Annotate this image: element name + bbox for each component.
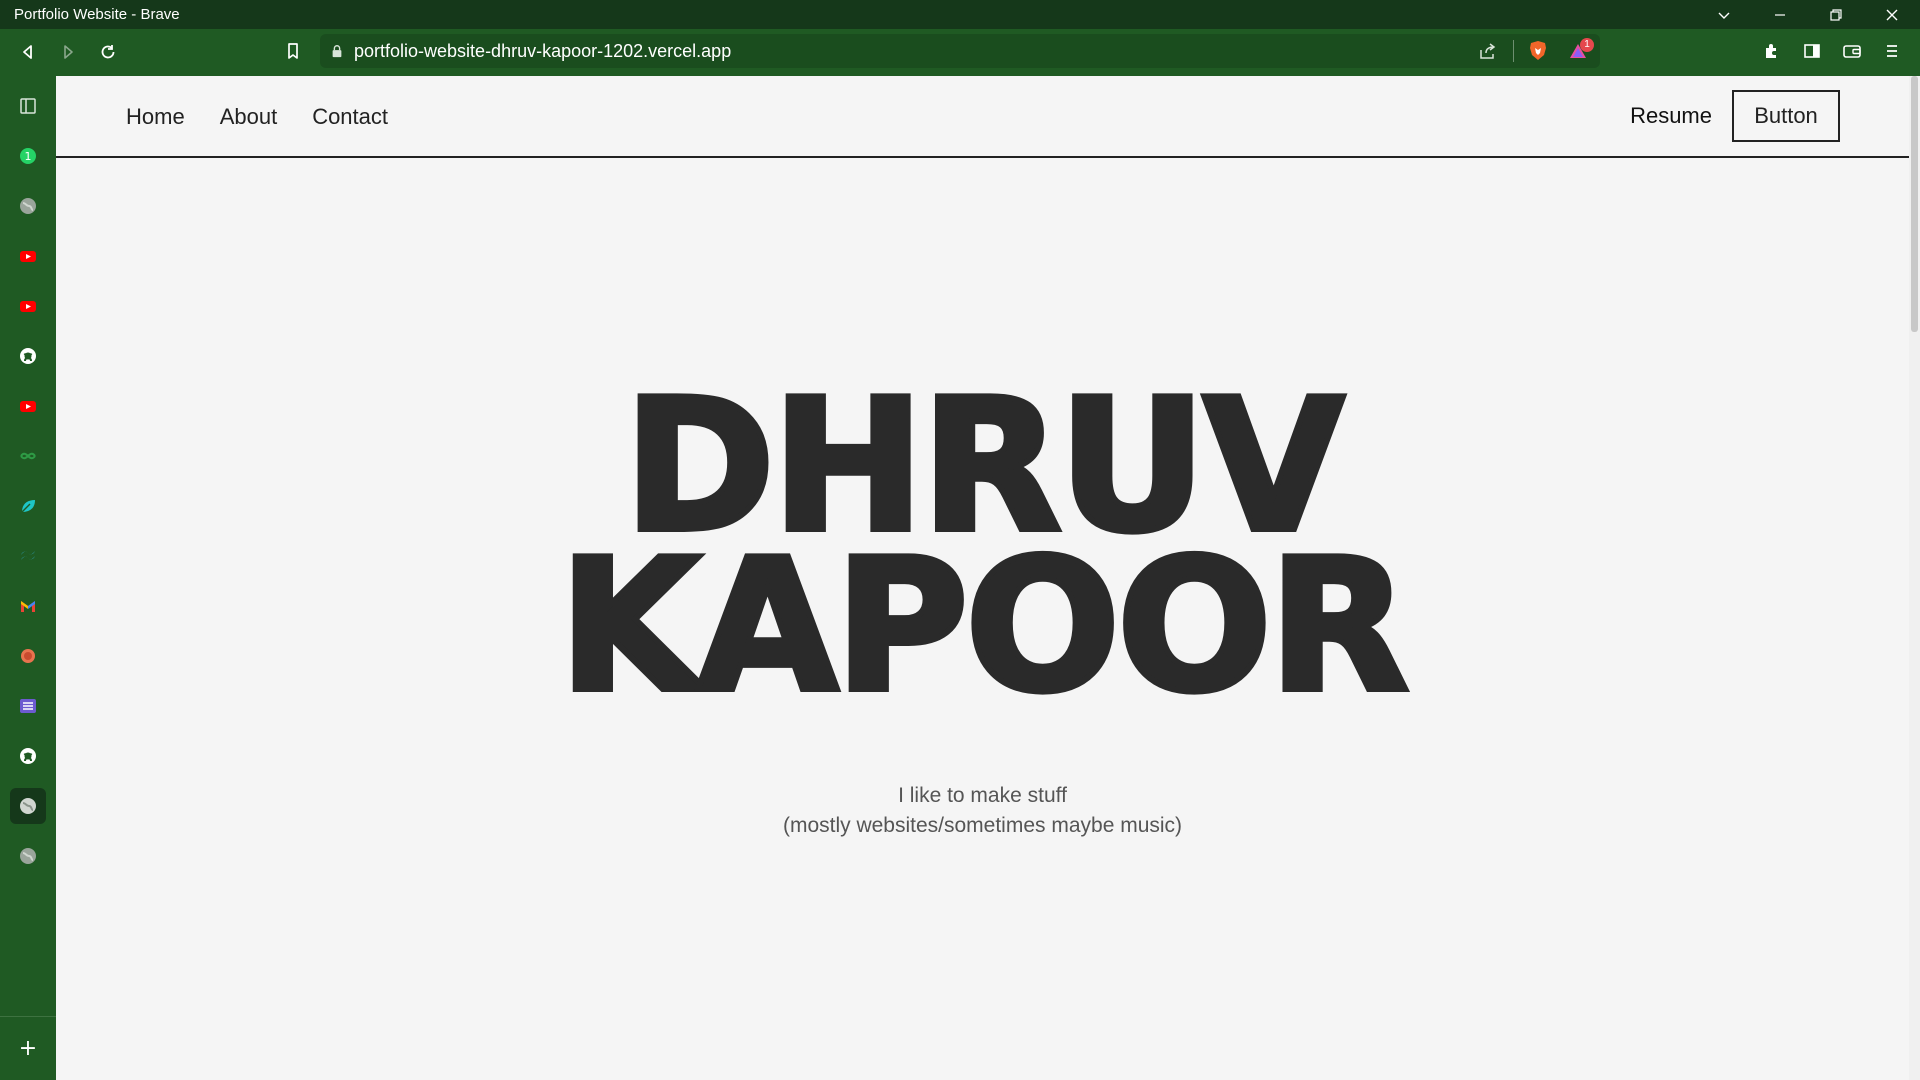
plus-icon: + (18, 1035, 38, 1061)
tagline-line-2: (mostly websites/sometimes maybe music) (782, 814, 1183, 837)
add-sidebar-item-button[interactable]: + (10, 1030, 46, 1066)
page-scrollbar[interactable] (1909, 76, 1920, 1080)
nav-actions: Resume Button (1630, 90, 1840, 142)
browser-sidebar: 1 + (0, 74, 56, 1080)
youtube-icon[interactable] (10, 388, 46, 424)
svg-text:1: 1 (25, 150, 32, 163)
sidebar-divider (0, 1016, 56, 1017)
resume-link[interactable]: Resume (1630, 103, 1712, 129)
window-title: Portfolio Website - Brave (14, 6, 180, 23)
nav-link-home[interactable]: Home (126, 104, 185, 130)
rewards-badge: 1 (1580, 38, 1594, 52)
gmail-icon[interactable] (10, 588, 46, 624)
github-icon[interactable] (10, 338, 46, 374)
sidebar-toggle-icon[interactable] (1792, 33, 1832, 69)
reload-button[interactable] (88, 34, 128, 70)
nav-link-about[interactable]: About (220, 104, 278, 130)
youtube-icon[interactable] (10, 288, 46, 324)
address-bar[interactable]: portfolio-website-dhruv-kapoor-1202.verc… (320, 34, 1600, 68)
tab-search-chevron-icon[interactable] (1696, 0, 1752, 29)
site-navbar: Home About Contact Resume Button (56, 76, 1909, 158)
nav-button[interactable]: Button (1732, 90, 1840, 142)
globe-icon[interactable] (10, 188, 46, 224)
menu-icon[interactable] (1872, 33, 1912, 69)
tailwind-icon[interactable] (10, 538, 46, 574)
whatsapp-icon[interactable]: 1 (10, 138, 46, 174)
window-titlebar: Portfolio Website - Brave (0, 0, 1920, 29)
minimize-button[interactable] (1752, 0, 1808, 29)
lock-icon[interactable] (320, 44, 354, 58)
wallet-icon[interactable] (1832, 33, 1872, 69)
leaf-icon[interactable] (10, 488, 46, 524)
brave-shields-icon[interactable] (1520, 40, 1556, 62)
share-icon[interactable] (1467, 41, 1507, 61)
back-button[interactable] (8, 34, 48, 70)
nav-link-contact[interactable]: Contact (312, 104, 388, 130)
extensions-icon[interactable] (1752, 33, 1792, 69)
github-icon[interactable] (10, 738, 46, 774)
youtube-icon[interactable] (10, 238, 46, 274)
divider (1513, 40, 1514, 62)
green-app-icon[interactable] (10, 438, 46, 474)
globe-icon[interactable] (10, 788, 46, 824)
bookmark-icon[interactable] (273, 33, 313, 69)
globe-icon[interactable] (10, 838, 46, 874)
hero-last-name: KAPOOR (556, 520, 1412, 732)
url-text[interactable]: portfolio-website-dhruv-kapoor-1202.verc… (354, 41, 1467, 62)
hero-section: DHRUV KAPOOR (56, 372, 1909, 732)
browser-toolbar: portfolio-website-dhruv-kapoor-1202.verc… (0, 29, 1920, 74)
scrollbar-thumb[interactable] (1911, 76, 1918, 332)
hero-tagline: I like to make stuff (mostly websites/so… (56, 781, 1909, 841)
forward-button[interactable] (48, 34, 88, 70)
brave-rewards-icon[interactable]: 1 (1556, 38, 1600, 60)
close-window-button[interactable] (1864, 0, 1920, 29)
nav-links: Home About Contact (126, 104, 388, 130)
tagline-line-1: I like to make stuff (898, 784, 1067, 807)
sidebar-panel-icon[interactable] (10, 88, 46, 124)
restore-button[interactable] (1808, 0, 1864, 29)
red-circle-icon[interactable] (10, 638, 46, 674)
list-app-icon[interactable] (10, 688, 46, 724)
page-viewport: Home About Contact Resume Button DHRUV K… (56, 76, 1909, 1080)
